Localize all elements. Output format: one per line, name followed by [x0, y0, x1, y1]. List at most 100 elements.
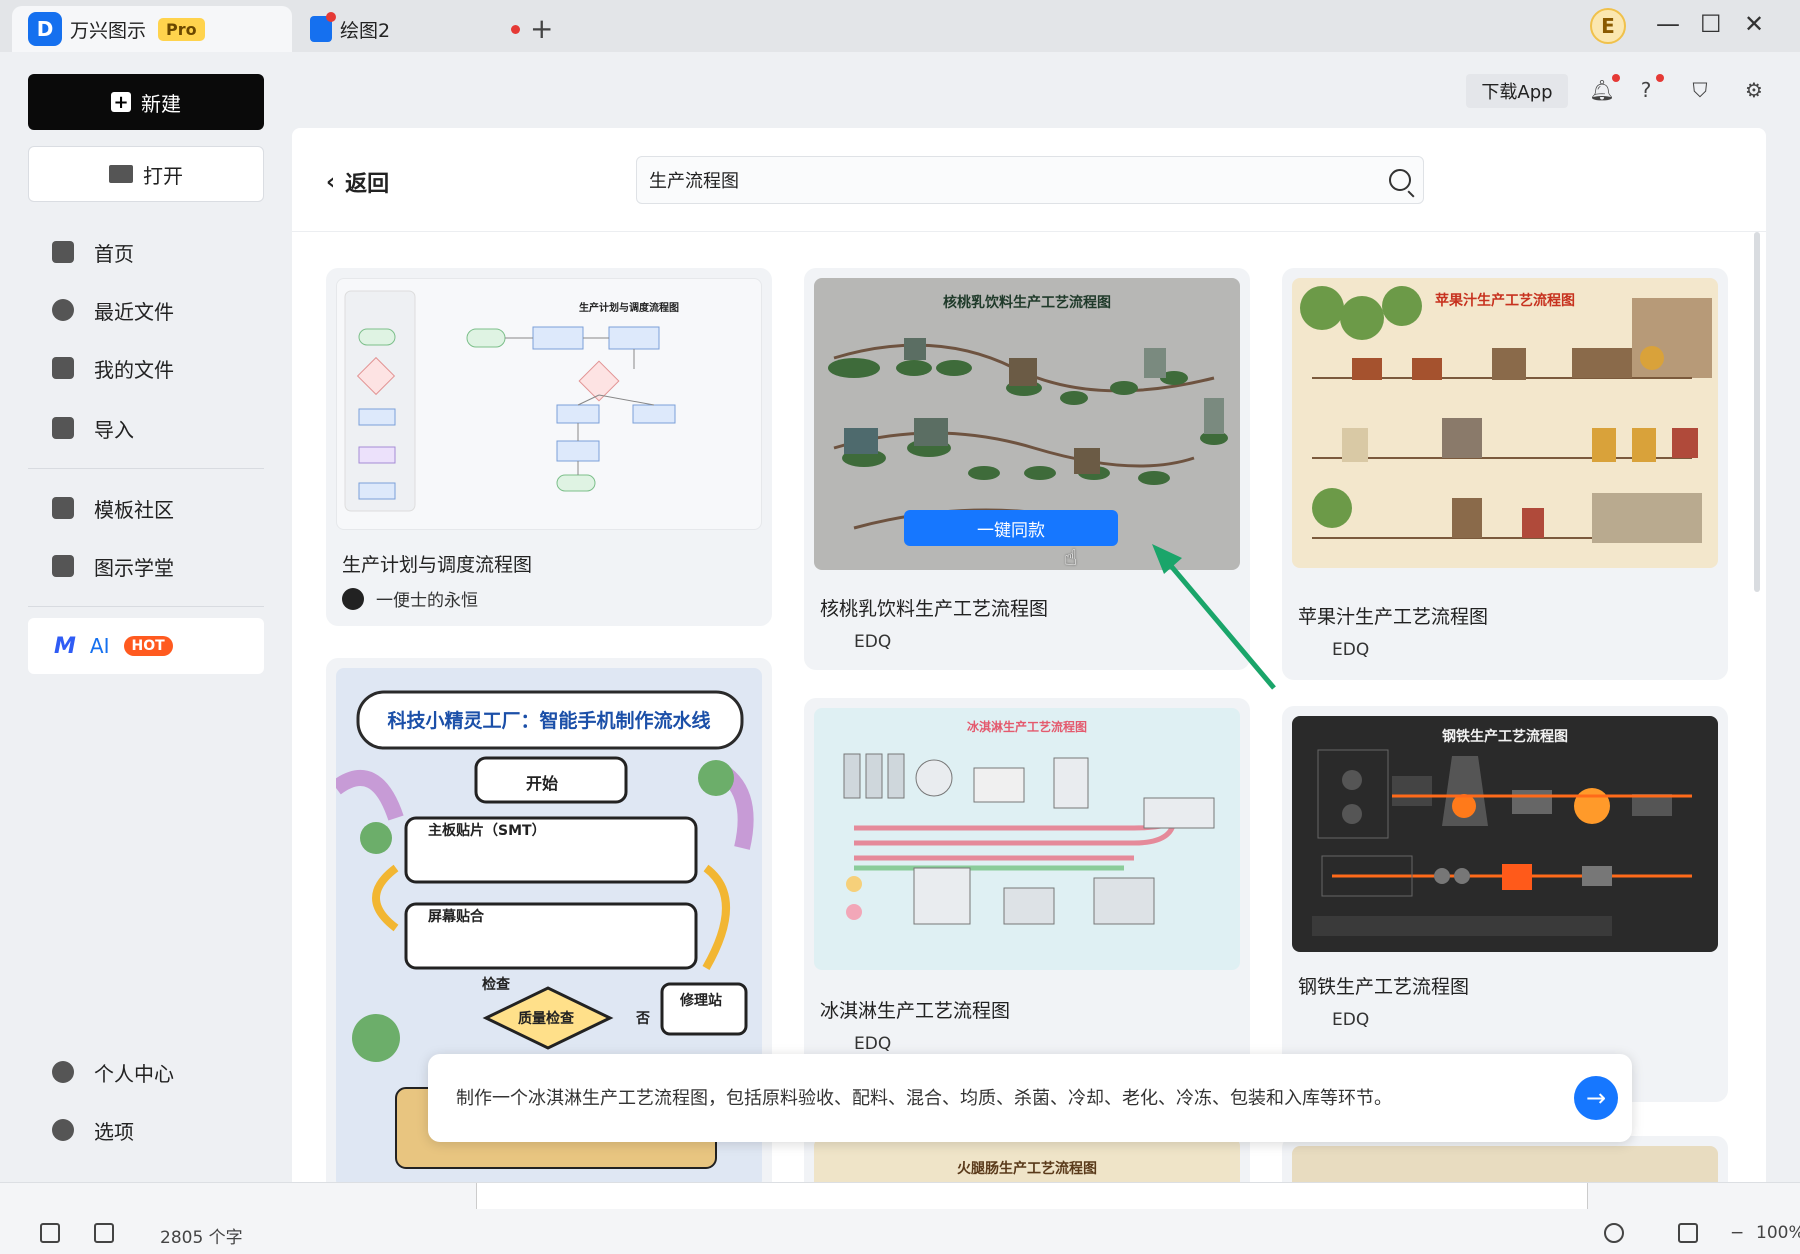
- nav-label: 选项: [94, 1119, 134, 1144]
- main-panel: ‹ 返回 生产流程图 生产计划与调度流程图 生产计划与调度流程图 一便士的永恒 …: [292, 128, 1766, 1182]
- card-author: EDQ: [1332, 1010, 1370, 1030]
- bell-icon[interactable]: 🔔︎: [1589, 78, 1614, 102]
- help-icon[interactable]: ?: [1634, 78, 1658, 102]
- flowchart-diagram: [344, 290, 676, 512]
- step-no-label: 否: [636, 1011, 650, 1027]
- new-label: 新建: [141, 91, 181, 116]
- clone-template-button[interactable]: 一键同款: [904, 510, 1118, 546]
- ai-label: AI: [89, 634, 110, 658]
- scrollbar[interactable]: [1754, 232, 1760, 592]
- step-repair-label: 修理站: [680, 993, 722, 1009]
- template-thumbnail: 冰淇淋生产工艺流程图: [814, 708, 1240, 970]
- page-icon[interactable]: [94, 1223, 114, 1243]
- pro-badge: Pro: [158, 17, 205, 41]
- graduation-cap-icon: [52, 555, 74, 577]
- app-logo-icon: D: [28, 12, 62, 46]
- doc-tab-label: 绘图2: [340, 19, 391, 42]
- step-check-label: 检查: [482, 977, 510, 993]
- search-input[interactable]: 生产流程图: [636, 156, 1424, 204]
- sidebar-item-home[interactable]: 首页: [52, 232, 134, 272]
- nav-label: 个人中心: [94, 1061, 174, 1086]
- sidebar-item-import[interactable]: 导入: [52, 408, 134, 448]
- template-card-hovered[interactable]: 核桃乳饮料生产工艺流程图 一键同款 ☝ 核桃乳饮料生产工艺流程图 EDQ: [804, 268, 1250, 670]
- settings-icon[interactable]: ⚙: [1742, 78, 1766, 102]
- community-icon: [52, 497, 74, 519]
- template-card[interactable]: 苹果汁生产工艺流程图 苹果汁生产工艺流程图 EDQ: [1282, 268, 1728, 680]
- nav-label: 模板社区: [94, 497, 174, 522]
- home-icon: [52, 241, 74, 263]
- sidebar-item-options[interactable]: 选项: [52, 1110, 134, 1150]
- search-value: 生产流程图: [649, 171, 739, 192]
- send-arrow-icon[interactable]: →: [1574, 1076, 1618, 1120]
- page-list-icon[interactable]: [40, 1223, 60, 1243]
- shirt-icon[interactable]: ⛉: [1688, 78, 1712, 102]
- template-card[interactable]: 钢铁生产工艺流程图 钢铁生产工艺流程图 EDQ: [1282, 706, 1728, 1102]
- sidebar-item-academy[interactable]: 图示学堂: [52, 546, 174, 586]
- sidebar-item-recent[interactable]: 最近文件: [52, 290, 174, 330]
- sidebar-divider: [28, 468, 264, 469]
- prompt-text[interactable]: 制作一个冰淇淋生产工艺流程图，包括原料验收、配料、混合、均质、杀菌、冷却、老化、…: [456, 1084, 1392, 1110]
- template-card[interactable]: 冰淇淋生产工艺流程图 冰淇淋生产工艺流程图 EDQ: [804, 698, 1250, 1108]
- card-title: 苹果汁生产工艺流程图: [1298, 606, 1489, 628]
- nav-label: 导入: [94, 417, 134, 442]
- template-thumbnail: 核桃乳饮料生产工艺流程图 一键同款 ☝: [814, 278, 1240, 570]
- word-count[interactable]: 2805 个字: [160, 1223, 243, 1248]
- card-title: 生产计划与调度流程图: [342, 554, 533, 576]
- back-label: 返回: [345, 172, 390, 197]
- zoom-level[interactable]: 100%: [1756, 1223, 1800, 1243]
- template-thumbnail: 钢铁生产工艺流程图: [1292, 716, 1718, 952]
- download-app-button[interactable]: 下载App: [1466, 74, 1568, 108]
- import-icon: [52, 417, 74, 439]
- plus-icon: +: [111, 92, 131, 113]
- sidebar-divider: [28, 606, 264, 607]
- open-label: 打开: [143, 163, 183, 188]
- maximize-button[interactable]: ☐: [1700, 10, 1722, 38]
- clock-icon: [52, 299, 74, 321]
- card-author: EDQ: [854, 1034, 892, 1054]
- template-thumbnail: 火腿肠生产工艺流程图: [814, 1138, 1240, 1182]
- card-title: 核桃乳饮料生产工艺流程图: [820, 598, 1049, 620]
- tab-home[interactable]: D 万兴图示 Pro: [12, 6, 292, 52]
- thumbnail-title: 科技小精灵工厂：智能手机制作流水线: [387, 710, 711, 732]
- new-tab-button[interactable]: +: [530, 12, 553, 45]
- step-screen-label: 屏幕贴合: [428, 909, 484, 925]
- close-button[interactable]: ✕: [1744, 10, 1764, 38]
- unsaved-indicator: [511, 25, 520, 34]
- user-avatar[interactable]: E: [1590, 8, 1626, 44]
- background-document-strip: [476, 1183, 1588, 1209]
- card-author: 一便士的永恒: [376, 591, 478, 611]
- card-author: EDQ: [854, 632, 892, 652]
- ai-prompt-box[interactable]: 制作一个冰淇淋生产工艺流程图，包括原料验收、配料、混合、均质、杀菌、冷却、老化、…: [428, 1054, 1632, 1142]
- back-button[interactable]: ‹ 返回: [326, 166, 389, 198]
- app-name: 万兴图示: [70, 19, 147, 42]
- chevron-left-icon: ‹: [326, 169, 336, 195]
- sidebar-item-my-files[interactable]: 我的文件: [52, 348, 174, 388]
- new-button[interactable]: + 新建: [28, 74, 264, 130]
- minimize-button[interactable]: —: [1656, 10, 1680, 38]
- hand-cursor-icon: ☝: [1064, 546, 1078, 570]
- author-avatar: [342, 588, 364, 610]
- tab-document[interactable]: 绘图2: [300, 6, 520, 52]
- template-card[interactable]: [1282, 1136, 1728, 1182]
- zoom-out-icon[interactable]: −: [1730, 1223, 1744, 1243]
- nav-label: 图示学堂: [94, 555, 174, 580]
- thumbnail-title: 火腿肠生产工艺流程图: [957, 1161, 1097, 1177]
- folder-icon: [109, 165, 133, 183]
- open-button[interactable]: 打开: [28, 146, 264, 202]
- sidebar-item-personal-center[interactable]: 个人中心: [52, 1052, 174, 1092]
- process-illustration: [1300, 286, 1712, 543]
- play-icon[interactable]: [1604, 1223, 1624, 1243]
- search-header: ‹ 返回 生产流程图: [292, 128, 1766, 232]
- card-title: 冰淇淋生产工艺流程图: [820, 1000, 1011, 1022]
- fullscreen-icon[interactable]: [1678, 1223, 1698, 1243]
- notification-dot: [1612, 74, 1620, 82]
- search-icon[interactable]: [1389, 169, 1411, 191]
- template-card[interactable]: 生产计划与调度流程图 生产计划与调度流程图 一便士的永恒: [326, 268, 772, 626]
- status-bar: 2805 个字 − 100%: [0, 1182, 1800, 1254]
- card-author: EDQ: [1332, 640, 1370, 660]
- nav-label: 首页: [94, 241, 134, 266]
- sidebar-item-template-community[interactable]: 模板社区: [52, 488, 174, 528]
- sidebar-item-ai[interactable]: M AI HOT: [28, 618, 264, 674]
- nav-label: 我的文件: [94, 357, 174, 382]
- process-illustration: [1312, 749, 1692, 936]
